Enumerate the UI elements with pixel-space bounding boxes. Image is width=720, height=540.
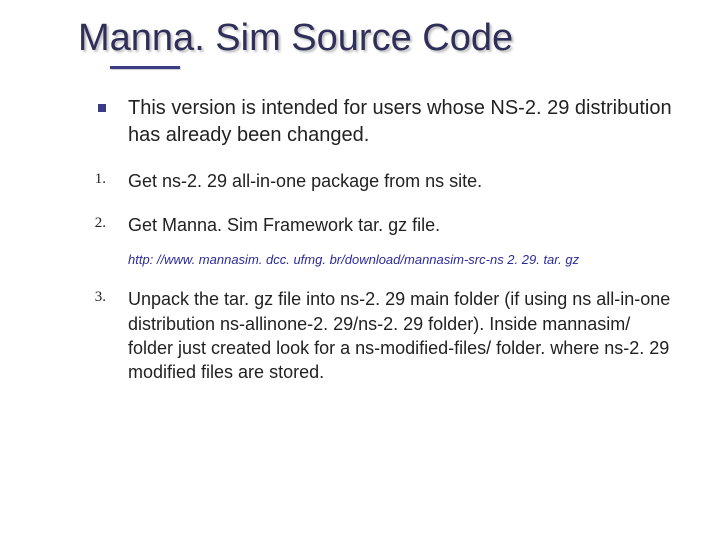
download-link[interactable]: http: //www. mannasim. dcc. ufmg. br/dow… <box>128 252 579 267</box>
step-marker-1: 1. <box>48 169 128 188</box>
title-underline <box>110 66 180 69</box>
step-row-3: 3. Unpack the tar. gz file into ns-2. 29… <box>48 287 672 384</box>
intro-row: This version is intended for users whose… <box>48 95 672 149</box>
download-link-row: http: //www. mannasim. dcc. ufmg. br/dow… <box>128 251 672 269</box>
slide-title: Manna. Sim Source Code <box>78 18 672 60</box>
step-text-2: Get Manna. Sim Framework tar. gz file. <box>128 213 672 237</box>
title-block: Manna. Sim Source Code <box>78 18 672 69</box>
bullet-marker <box>48 95 128 112</box>
slide-body: This version is intended for users whose… <box>48 95 672 385</box>
step-text-1: Get ns-2. 29 all-in-one package from ns … <box>128 169 672 193</box>
step-row-2: 2. Get Manna. Sim Framework tar. gz file… <box>48 213 672 237</box>
step-number: 3. <box>95 289 106 306</box>
slide: Manna. Sim Source Code This version is i… <box>0 0 720 540</box>
step-number: 1. <box>95 171 106 188</box>
step-text-3: Unpack the tar. gz file into ns-2. 29 ma… <box>128 287 672 384</box>
intro-text: This version is intended for users whose… <box>128 95 672 149</box>
step-row-1: 1. Get ns-2. 29 all-in-one package from … <box>48 169 672 193</box>
step-marker-3: 3. <box>48 287 128 306</box>
step-marker-2: 2. <box>48 213 128 232</box>
step-number: 2. <box>95 215 106 232</box>
square-bullet-icon <box>98 104 106 112</box>
